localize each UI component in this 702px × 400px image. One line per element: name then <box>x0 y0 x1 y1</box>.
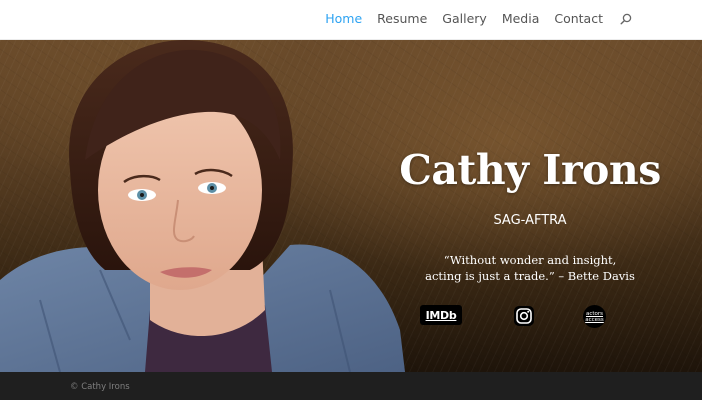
site-header: Home Resume Gallery Media Contact <box>0 0 702 40</box>
quote-line-2: acting is just a trade.” – Bette Davis <box>425 269 635 283</box>
hero-title: Cathy Irons <box>399 146 661 194</box>
headshot-photo <box>0 40 405 372</box>
nav-gallery[interactable]: Gallery <box>442 11 487 26</box>
main-nav: Home Resume Gallery Media Contact <box>325 0 632 36</box>
nav-contact[interactable]: Contact <box>554 11 603 26</box>
imdb-label: IMDb <box>425 308 457 322</box>
actors-access-link[interactable]: actors access <box>583 305 606 328</box>
site-footer: © Cathy Irons <box>0 372 702 400</box>
instagram-icon[interactable] <box>513 305 535 327</box>
actors-access-line2: access <box>585 316 604 323</box>
copyright-text: © Cathy Irons <box>70 382 130 392</box>
nav-home[interactable]: Home <box>325 11 362 26</box>
quote-line-1: “Without wonder and insight, <box>443 253 617 267</box>
hero-quote: “Without wonder and insight, acting is j… <box>380 252 680 284</box>
nav-media[interactable]: Media <box>502 11 540 26</box>
search-icon[interactable] <box>620 12 632 25</box>
imdb-link[interactable]: IMDb <box>420 305 462 325</box>
nav-resume[interactable]: Resume <box>377 11 427 26</box>
hero-subtitle: SAG-AFTRA <box>493 213 567 228</box>
hero-section: Cathy Irons SAG-AFTRA “Without wonder an… <box>0 40 702 372</box>
